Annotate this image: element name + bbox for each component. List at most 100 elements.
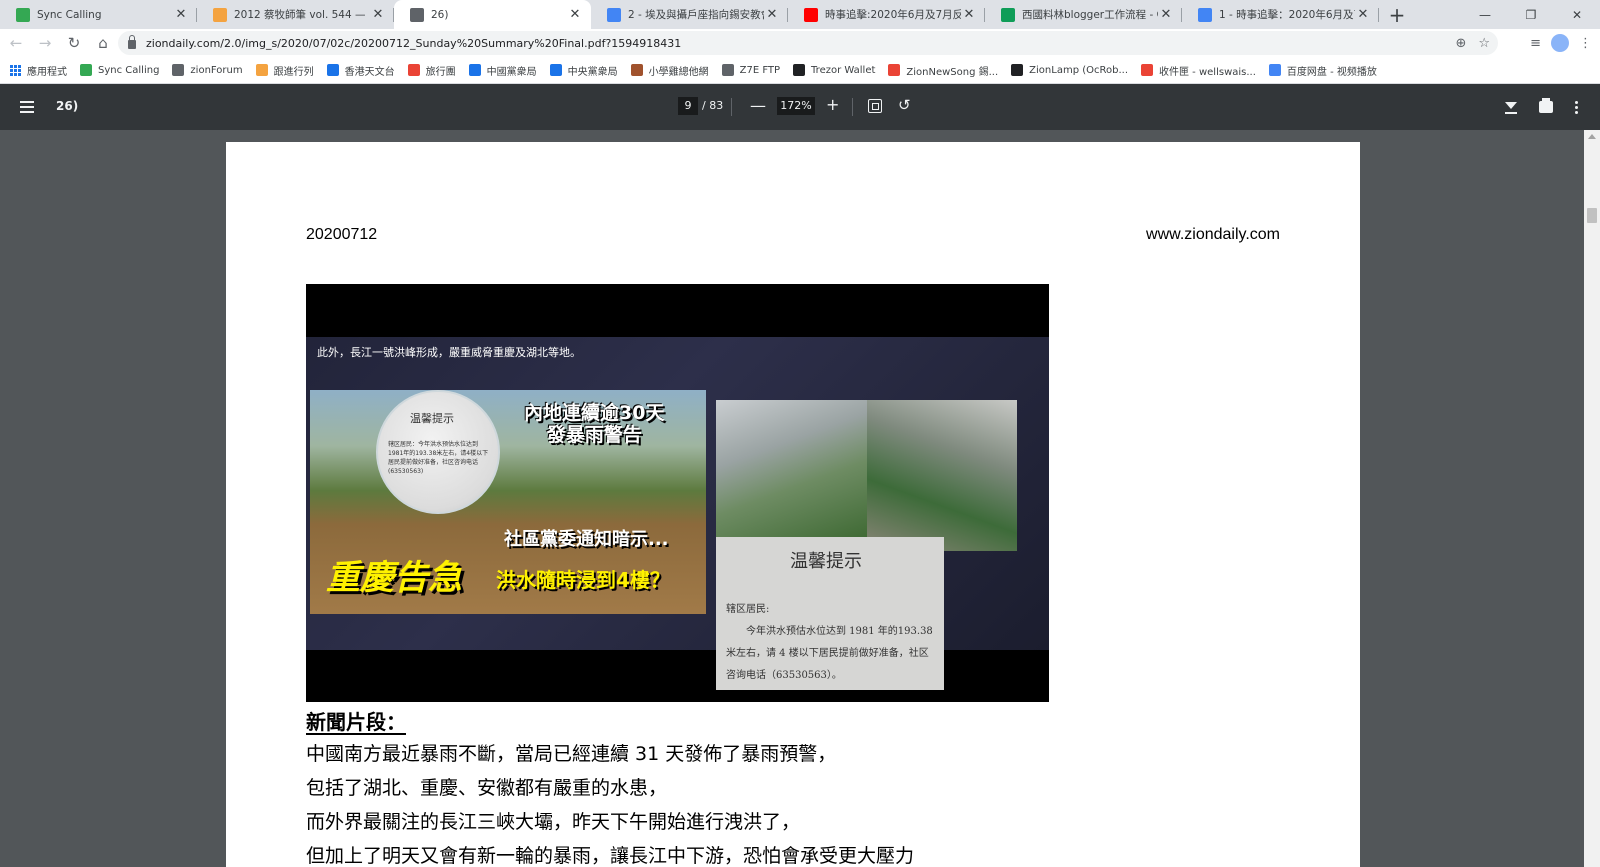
sidebar-menu-icon[interactable]: [20, 101, 34, 113]
forward-button[interactable]: →: [32, 30, 58, 56]
home-button[interactable]: ⌂: [90, 30, 116, 56]
paper-notice: 温馨提示 辖区居民: 今年洪水预估水位达到 1981 年的193.38 米左右，…: [716, 537, 944, 690]
window-controls: — ❐ ✕: [1462, 0, 1600, 29]
reload-button[interactable]: ↻: [61, 30, 87, 56]
rotate-icon[interactable]: ↺: [898, 96, 911, 114]
close-window-button[interactable]: ✕: [1554, 0, 1600, 29]
figure-caption: 此外，長江一號洪峰形成，嚴重威脅重慶及湖北等地。: [317, 346, 581, 359]
tab-close-icon[interactable]: ✕: [370, 7, 386, 22]
browser-tab-active[interactable]: 26) ✕: [394, 0, 591, 29]
tab-favicon-icon: [410, 7, 424, 22]
scrollbar-thumb[interactable]: [1587, 208, 1597, 223]
zoom-in-button[interactable]: +: [826, 95, 839, 114]
bookmark-item[interactable]: 中國黨衆局: [468, 63, 537, 78]
bookmark-label: ZionNewSong 錫...: [906, 66, 999, 78]
new-tab-button[interactable]: +: [1383, 0, 1411, 29]
headline-main: 重慶告急: [326, 558, 462, 598]
bookmark-label: 收件匣 - wellswais...: [1159, 66, 1256, 78]
restore-button[interactable]: ❐: [1508, 0, 1554, 29]
tab-title: 2012 蔡牧師筆 vol. 544 — 「重: [234, 9, 370, 21]
bookmark-item[interactable]: 中央黨衆局: [549, 63, 618, 78]
bookmark-label: 跟進行列: [273, 66, 314, 78]
bookmark-label: Sync Calling: [98, 64, 160, 76]
river-photo: [716, 400, 867, 538]
bookmark-favicon-icon: [549, 64, 562, 76]
page-scrollbar[interactable]: [1584, 130, 1600, 867]
bookmark-item[interactable]: ZionNewSong 錫...: [888, 63, 998, 78]
tab-close-icon[interactable]: ✕: [1355, 7, 1371, 22]
browser-tab[interactable]: 2 - 埃及與攝戶座指向錫安教會故 ✕: [591, 0, 788, 29]
zoom-icon[interactable]: ⊕: [1455, 36, 1466, 51]
more-actions-icon[interactable]: [1575, 100, 1578, 114]
print-icon[interactable]: [1539, 98, 1553, 113]
bookmark-item[interactable]: Z7E FTP: [721, 64, 781, 76]
bookmark-item[interactable]: 應用程式: [10, 63, 67, 78]
minimize-button[interactable]: —: [1462, 0, 1508, 29]
bookmark-star-icon[interactable]: ☆: [1478, 36, 1490, 51]
browser-tab[interactable]: Sync Calling ✕: [0, 0, 197, 29]
tab-title: 時事追擊:2020年6月及7月反常天: [825, 9, 961, 21]
bookmark-favicon-icon: [1268, 64, 1281, 76]
scroll-up-arrow-icon[interactable]: [1588, 134, 1596, 139]
flooded-street-photo: [867, 400, 1017, 551]
bookmark-item[interactable]: 百度网盘 - 视频播放: [1268, 63, 1377, 78]
notice-circle: 温馨提示 辖区居民：今年洪水预估水位达到1981年的193.38米左右，请4楼以…: [376, 390, 500, 514]
chrome-menu-icon[interactable]: ⋮: [1579, 36, 1592, 51]
tab-title: 西國料林blogger工作流程 - Goo: [1022, 9, 1158, 21]
zoom-out-button[interactable]: —: [750, 96, 766, 115]
browser-tab[interactable]: 2012 蔡牧師筆 vol. 544 — 「重 ✕: [197, 0, 394, 29]
bookmark-item[interactable]: 收件匣 - wellswais...: [1141, 63, 1256, 78]
headline-warning: 內地連續逾30天 發暴雨警告: [524, 402, 665, 446]
page-number-input[interactable]: 9: [678, 97, 698, 115]
fit-page-icon[interactable]: [868, 99, 882, 113]
browser-tab[interactable]: 時事追擊:2020年6月及7月反常天 ✕: [788, 0, 985, 29]
paper-title: 温馨提示: [790, 551, 862, 572]
headline-notice: 社區黨委通知暗示...: [504, 529, 669, 550]
tab-title: 2 - 埃及與攝戶座指向錫安教會故: [628, 9, 764, 21]
paragraph-line: 包括了湖北、重慶、安徽都有嚴重的水患，: [306, 777, 668, 799]
paragraph-line: 但加上了明天又會有新一輪的暴雨，讓長江中下游，恐怕會承受更大壓力: [306, 845, 915, 867]
tab-favicon-icon: [16, 7, 30, 22]
tab-favicon-icon: [804, 7, 818, 22]
flood-photo: 温馨提示 辖区居民：今年洪水预估水位达到1981年的193.38米左右，请4楼以…: [310, 390, 706, 614]
bookmark-item[interactable]: Sync Calling: [80, 64, 159, 76]
document-date: 20200712: [306, 226, 378, 243]
bookmark-item[interactable]: 小學雞總他網: [630, 63, 709, 78]
bookmark-label: 百度网盘 - 视频播放: [1286, 66, 1377, 78]
tab-close-icon[interactable]: ✕: [961, 7, 977, 22]
bookmark-label: Trezor Wallet: [811, 64, 876, 76]
browser-tab[interactable]: 西國料林blogger工作流程 - Goo ✕: [985, 0, 1182, 29]
tab-close-icon[interactable]: ✕: [764, 7, 780, 22]
tab-close-icon[interactable]: ✕: [173, 7, 189, 22]
lock-icon: [128, 35, 136, 49]
pdf-page: 20200712 www.ziondaily.com 此外，長江一號洪峰形成，嚴…: [226, 142, 1360, 867]
browser-tab[interactable]: 1 - 時事追擊：2020年6月及7月 ✕: [1182, 0, 1379, 29]
media-control-icon[interactable]: ≡: [1530, 36, 1541, 51]
url-text[interactable]: ziondaily.com/2.0/img_s/2020/07/02c/2020…: [146, 37, 681, 50]
bookmark-label: Z7E FTP: [739, 64, 781, 76]
profile-avatar[interactable]: [1551, 34, 1569, 52]
bookmark-item[interactable]: 跟進行列: [255, 63, 314, 78]
tab-close-icon[interactable]: ✕: [567, 7, 583, 22]
bookmark-favicon-icon: [255, 64, 268, 76]
bookmark-item[interactable]: zionForum: [172, 64, 243, 76]
bookmark-label: 香港天文台: [344, 66, 395, 78]
bookmark-item[interactable]: 香港天文台: [326, 63, 395, 78]
tab-favicon-icon: [1001, 7, 1015, 22]
tab-title: 1 - 時事追擊：2020年6月及7月: [1219, 9, 1355, 21]
bookmark-favicon-icon: [80, 64, 92, 76]
download-icon[interactable]: [1505, 100, 1517, 114]
toolbar-right: ≡ ⋮: [1530, 29, 1592, 57]
bookmark-item[interactable]: ZionLamp (OcRob...: [1011, 64, 1128, 76]
bookmark-item[interactable]: 旅行團: [407, 63, 456, 78]
tab-close-icon[interactable]: ✕: [1158, 7, 1174, 22]
bookmark-favicon-icon: [468, 64, 481, 76]
apps-grid-icon: [10, 64, 21, 76]
bookmark-favicon-icon: [407, 64, 420, 76]
back-button[interactable]: ←: [3, 30, 29, 56]
zoom-level-input[interactable]: 172%: [777, 97, 815, 115]
bookmark-label: zionForum: [190, 64, 243, 76]
address-bar[interactable]: ziondaily.com/2.0/img_s/2020/07/02c/2020…: [118, 31, 1498, 55]
bookmark-label: 小學雞總他網: [648, 66, 709, 78]
bookmark-item[interactable]: Trezor Wallet: [793, 64, 875, 76]
